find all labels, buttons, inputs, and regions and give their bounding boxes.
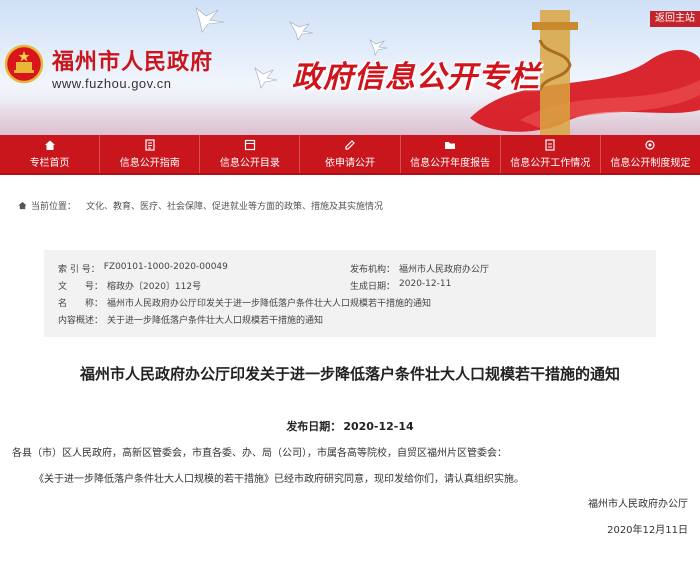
breadcrumb: 当前位置： 文化、教育、医疗、社会保障、促进就业等方面的政策、措施及其实施情况 xyxy=(18,199,383,212)
nav-item-label: 信息公开指南 xyxy=(119,158,180,169)
site-url[interactable]: www.fuzhou.gov.cn xyxy=(52,76,172,91)
nav-item-label: 专栏首页 xyxy=(29,158,70,169)
created-date-value: 2020-12-11 xyxy=(399,279,452,289)
nav-item-apply[interactable]: 依申请公开 xyxy=(300,135,401,173)
nav-item-guide[interactable]: 信息公开指南 xyxy=(100,135,201,173)
nav-item-rules[interactable]: 信息公开制度规定 xyxy=(601,135,700,173)
header-banner: 福州市人民政府 www.fuzhou.gov.cn 政府信息公开专栏 返回主站 xyxy=(0,0,700,135)
summary-value: 关于进一步降低落户条件壮大人口规模若干措施的通知 xyxy=(107,316,324,326)
created-date-row: 生成日期： 2020-12-11 xyxy=(350,279,451,292)
nav-item-label: 信息公开工作情况 xyxy=(510,158,591,169)
breadcrumb-label: 当前位置： xyxy=(31,202,77,212)
publish-date: 发布日期： 2020-12-14 xyxy=(0,418,700,434)
publish-date-label: 发布日期： xyxy=(286,420,342,433)
nav-item-home[interactable]: 专栏首页 xyxy=(0,135,101,173)
nav-item-label: 信息公开制度规定 xyxy=(610,158,691,169)
sign-date: 2020年12月11日 xyxy=(607,525,688,536)
nav-item-label: 信息公开年度报告 xyxy=(410,158,491,169)
doc-number-row: 文 号： 榕政办〔2020〕112号 xyxy=(58,279,201,292)
national-emblem-icon xyxy=(4,44,44,84)
home-icon xyxy=(18,201,27,210)
nav-item-work-status[interactable]: 信息公开工作情况 xyxy=(501,135,601,173)
nav-item-annual-report[interactable]: 信息公开年度报告 xyxy=(401,135,501,173)
issuer-row: 发布机构： 福州市人民政府办公厅 xyxy=(350,262,489,275)
nav-item-label: 依申请公开 xyxy=(324,158,375,169)
publish-date-value: 2020-12-14 xyxy=(343,420,414,433)
main-nav: 专栏首页 信息公开指南 信息公开目录 依申请公开 信息公开年度报告 信息公开工作… xyxy=(0,135,700,175)
article-title: 福州市人民政府办公厅印发关于进一步降低落户条件壮大人口规模若干措施的通知 xyxy=(79,365,620,383)
summary-row: 内容概述： 关于进一步降低落户条件壮大人口规模若干措施的通知 xyxy=(58,313,323,326)
breadcrumb-link[interactable]: 文化、教育、医疗、社会保障、促进就业等方面的政策、措施及其实施情况 xyxy=(86,199,383,212)
nav-item-catalog[interactable]: 信息公开目录 xyxy=(200,135,301,173)
summary-label: 内容概述： xyxy=(58,316,104,326)
doc-number-label: 文 号： xyxy=(58,282,104,292)
column-title: 政府信息公开专栏 xyxy=(292,60,540,95)
recipients-paragraph: 各县（市）区人民政府，高新区管委会，市直各委、办、局（公司），市属各高等院校，自… xyxy=(12,448,507,459)
issuer-value: 福州市人民政府办公厅 xyxy=(399,265,490,275)
doc-number-value: 榕政办〔2020〕112号 xyxy=(107,282,202,292)
apply-icon xyxy=(345,140,355,150)
site-title[interactable]: 福州市人民政府 xyxy=(52,44,213,76)
body-paragraph: 《关于进一步降低落户条件壮大人口规模的若干措施》已经市政府研究同意，现印发给你们… xyxy=(34,474,524,485)
report-icon xyxy=(445,142,456,149)
doc-name-value: 福州市人民政府办公厅印发关于进一步降低落户条件壮大人口规模若干措施的通知 xyxy=(107,299,432,309)
guide-icon xyxy=(145,139,155,151)
signature: 福州市人民政府办公厅 xyxy=(588,499,688,510)
catalog-icon xyxy=(244,139,255,151)
home-icon xyxy=(44,140,55,150)
nav-item-label: 信息公开目录 xyxy=(219,158,280,169)
document-info-box: 索 引 号： FZ00101-1000-2020-00049 发布机构： 福州市… xyxy=(44,250,656,337)
index-number-row: 索 引 号： FZ00101-1000-2020-00049 xyxy=(58,262,228,275)
back-to-main-site-button[interactable]: 返回主站 xyxy=(650,11,700,27)
created-date-label: 生成日期： xyxy=(350,282,396,292)
work-icon xyxy=(545,139,555,151)
doc-name-row: 名 称： 福州市人民政府办公厅印发关于进一步降低落户条件壮大人口规模若干措施的通… xyxy=(58,296,431,309)
rules-icon xyxy=(645,140,656,150)
doc-name-label: 名 称： xyxy=(58,299,104,309)
issuer-label: 发布机构： xyxy=(350,265,396,275)
index-number-value: FZ00101-1000-2020-00049 xyxy=(103,262,228,272)
index-number-label: 索 引 号： xyxy=(58,265,100,275)
